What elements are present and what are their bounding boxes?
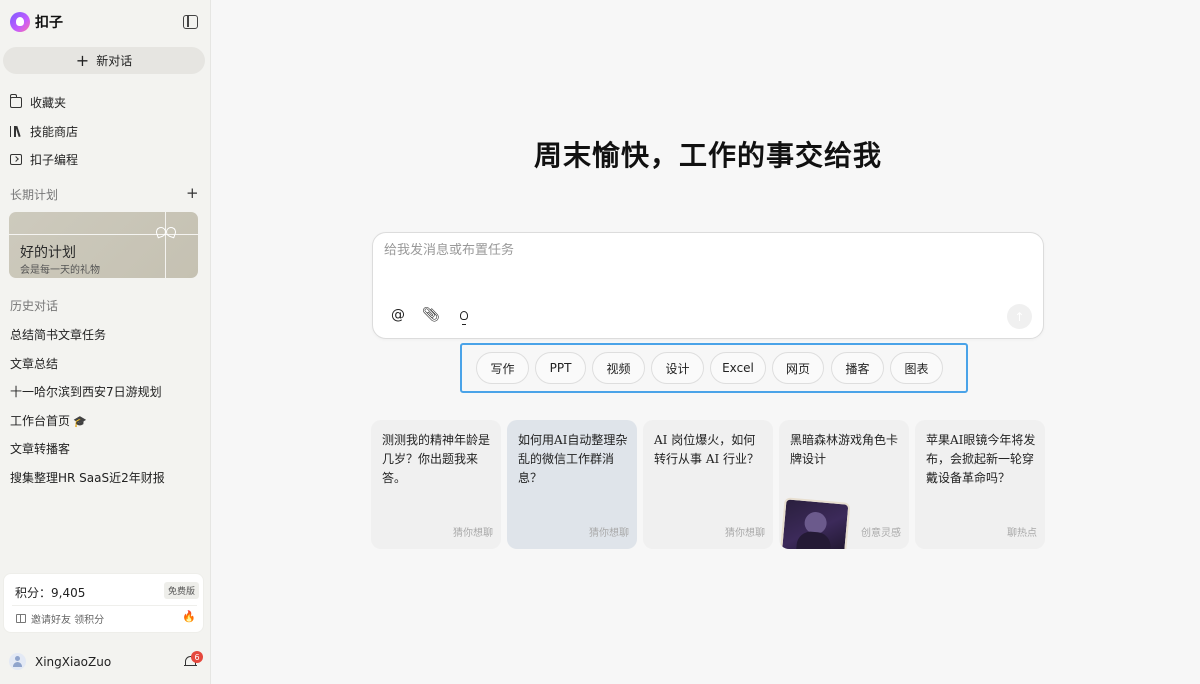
new-chat-button[interactable]: + 新对话 <box>3 47 205 74</box>
graduation-cap-icon: 🎓 <box>73 415 87 428</box>
coze-logo-icon <box>10 12 30 32</box>
message-composer[interactable]: @ 📎︎ ↑ <box>372 232 1044 339</box>
new-chat-label: 新对话 <box>96 54 133 68</box>
suggestion-tag: 猜你想聊 <box>589 528 629 539</box>
folder-icon <box>9 94 22 108</box>
chip-chart[interactable]: 图表 <box>890 352 943 384</box>
history-item-label: 工作台首页 <box>10 414 71 428</box>
chip-excel[interactable]: Excel <box>710 352 766 384</box>
sidebar-toggle-icon[interactable] <box>183 15 198 29</box>
suggestion-tag: 猜你想聊 <box>453 528 493 539</box>
points-card[interactable]: 积分：9,405 免费版 邀请好友 领积分 🔥 <box>3 573 204 633</box>
attachment-icon[interactable]: 📎︎ <box>420 304 442 326</box>
chip-webpage[interactable]: 网页 <box>772 352 824 384</box>
long-term-plan-label: 长期计划 <box>10 188 59 202</box>
add-plan-icon[interactable]: + <box>186 184 199 202</box>
suggestion-card[interactable]: AI 岗位爆火，如何转行从事 AI 行业？ 猜你想聊 <box>643 420 773 549</box>
chip-video[interactable]: 视频 <box>592 352 645 384</box>
nav-item-label: 扣子编程 <box>30 153 79 167</box>
task-chip-row: 写作 PPT 视频 设计 Excel 网页 播客 图表 <box>460 343 968 393</box>
suggestion-text: 测测我的精神年龄是几岁？你出题我来答。 <box>382 433 491 485</box>
avatar <box>9 653 26 670</box>
gift-icon <box>16 614 26 623</box>
suggestion-text: AI 岗位爆火，如何转行从事 AI 行业？ <box>654 433 760 466</box>
nav-item-label: 技能商店 <box>30 125 79 139</box>
gift-bow-icon <box>156 226 176 240</box>
brand[interactable]: 扣子 <box>10 12 63 32</box>
plan-badge: 免费版 <box>164 582 200 599</box>
chip-podcast[interactable]: 播客 <box>831 352 884 384</box>
fire-icon: 🔥 <box>182 610 196 623</box>
mention-icon[interactable]: @ <box>387 304 409 326</box>
suggestion-text: 苹果AI眼镜今年将发布，会掀起新一轮穿戴设备革命吗？ <box>926 433 1036 485</box>
send-button[interactable]: ↑ <box>1007 304 1032 329</box>
username: XingXiaoZuo <box>35 654 112 669</box>
plus-icon: + <box>75 50 90 70</box>
ribbon-decoration <box>165 212 166 278</box>
nav-item-coze-coding[interactable]: 扣子编程 <box>10 151 78 168</box>
suggestion-card[interactable]: 黑暗森林游戏角色卡牌设计 创意灵感 <box>779 420 909 549</box>
suggestion-tag: 创意灵感 <box>861 528 901 539</box>
history-item[interactable]: 搜集整理HR SaaS近2年财报 <box>10 469 165 486</box>
character-card-image <box>779 497 851 549</box>
history-item[interactable]: 文章总结 <box>10 355 58 372</box>
chip-ppt[interactable]: PPT <box>535 352 586 384</box>
history-item[interactable]: 文章转播客 <box>10 440 70 457</box>
bell-base <box>184 665 197 667</box>
invite-label: 邀请好友 领积分 <box>31 615 105 626</box>
nav-item-label: 收藏夹 <box>30 96 67 110</box>
divider <box>12 605 197 606</box>
suggestion-tag: 聊热点 <box>1007 528 1037 539</box>
history-item[interactable]: 工作台首页 🎓 <box>10 412 87 429</box>
points-balance: 积分：9,405 <box>15 586 86 600</box>
chip-design[interactable]: 设计 <box>651 352 704 384</box>
bulb-shape <box>460 310 468 325</box>
nav-item-favorites[interactable]: 收藏夹 <box>9 94 67 111</box>
sidebar: 扣子 + 新对话 收藏夹 技能商店 扣子编程 长期计划 + 好的计划 会是每一天… <box>0 0 211 684</box>
suggestion-card[interactable]: 如何用AI自动整理杂乱的微信工作群消息？ 猜你想聊 <box>507 420 637 549</box>
code-icon <box>10 154 22 165</box>
suggestion-card[interactable]: 苹果AI眼镜今年将发布，会掀起新一轮穿戴设备革命吗？ 聊热点 <box>915 420 1045 549</box>
history-item[interactable]: 十一哈尔滨到西安7日游规划 <box>10 383 162 400</box>
history-item[interactable]: 总结简书文章任务 <box>10 326 106 343</box>
invite-friends-link[interactable]: 邀请好友 领积分 <box>16 611 104 626</box>
library-icon <box>10 126 22 137</box>
plan-card-title: 好的计划 <box>20 245 76 261</box>
user-profile[interactable]: XingXiaoZuo <box>9 653 111 670</box>
idea-bulb-icon[interactable] <box>453 304 475 326</box>
suggestion-card[interactable]: 测测我的精神年龄是几岁？你出题我来答。 猜你想聊 <box>371 420 501 549</box>
brand-name: 扣子 <box>35 15 63 31</box>
history-label: 历史对话 <box>10 299 59 313</box>
nav-item-skill-store[interactable]: 技能商店 <box>10 123 78 140</box>
chip-writing[interactable]: 写作 <box>476 352 529 384</box>
notification-badge: 6 <box>191 651 203 663</box>
page-title: 周末愉快，工作的事交给我 <box>533 139 882 172</box>
plan-card-subtitle: 会是每一天的礼物 <box>20 265 100 276</box>
suggestion-text: 黑暗森林游戏角色卡牌设计 <box>790 433 899 466</box>
suggestion-text: 如何用AI自动整理杂乱的微信工作群消息？ <box>518 433 628 485</box>
suggestion-tag: 猜你想聊 <box>725 528 765 539</box>
plan-card[interactable]: 好的计划 会是每一天的礼物 <box>9 212 198 278</box>
message-input[interactable] <box>384 243 984 258</box>
